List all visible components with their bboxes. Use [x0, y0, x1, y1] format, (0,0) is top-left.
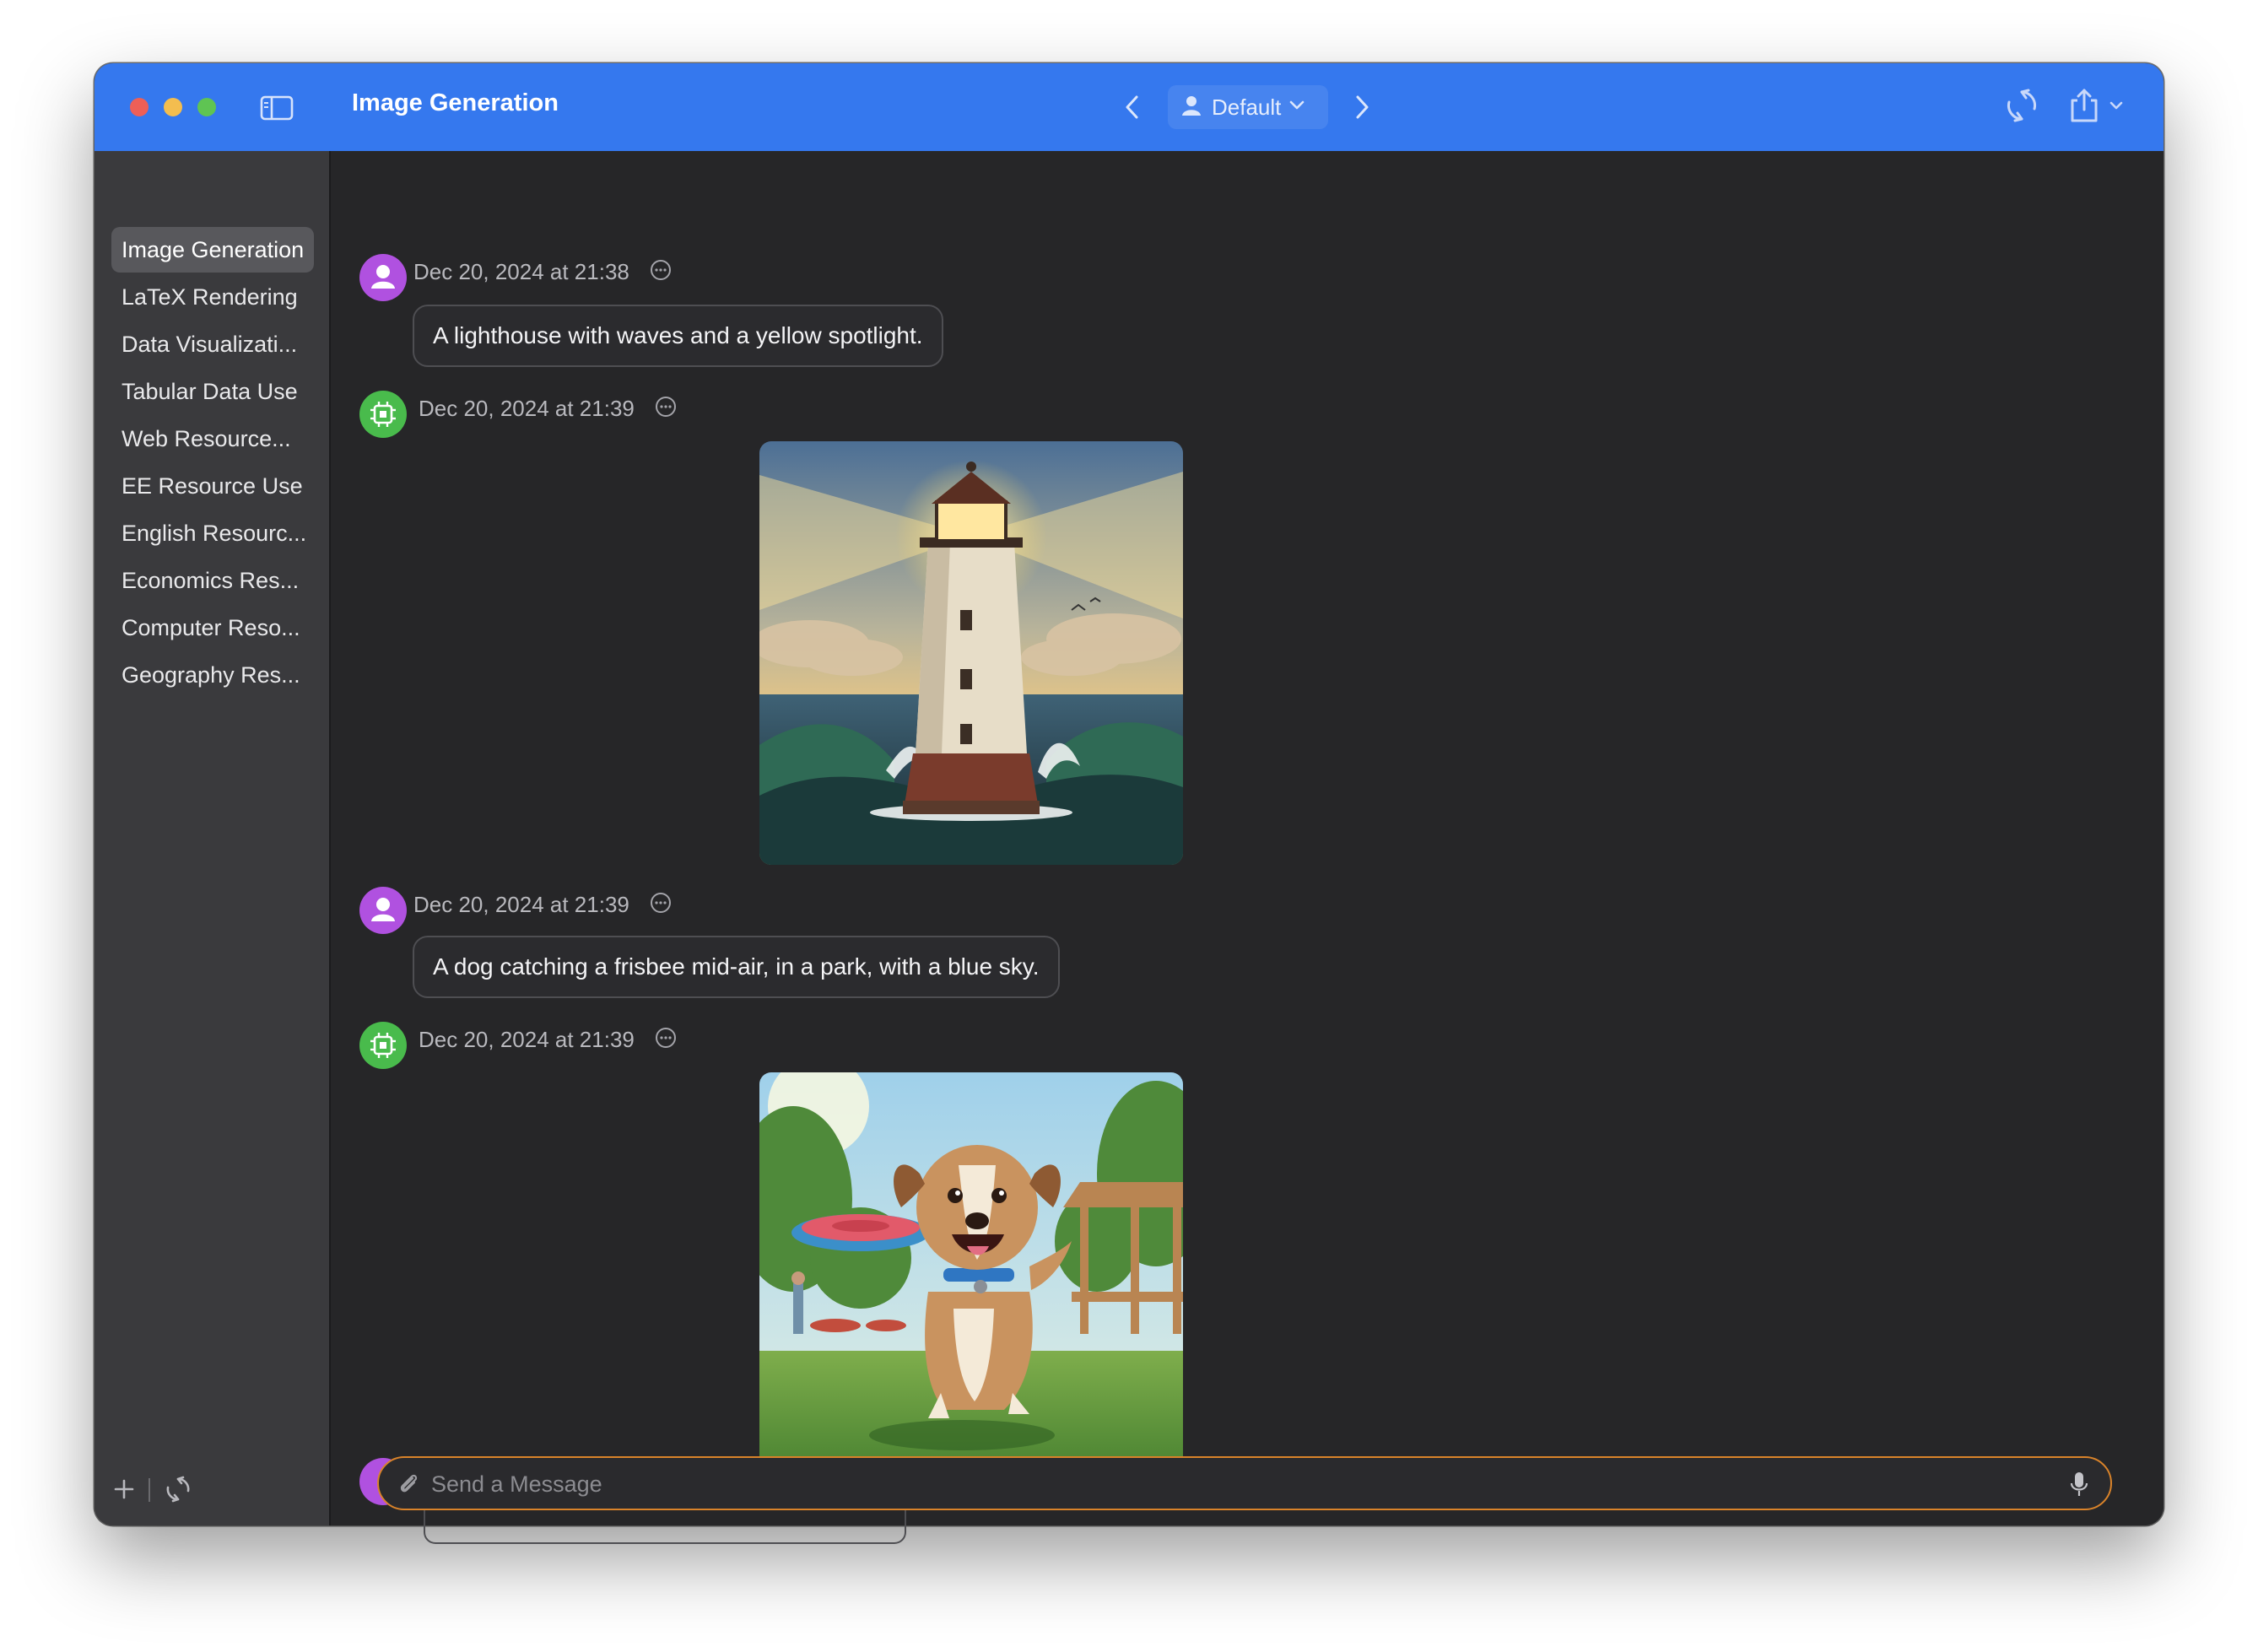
sidebar-item-geography-resource[interactable]: Geography Res... — [111, 652, 314, 698]
close-window-button[interactable] — [130, 98, 149, 116]
assistant-avatar-icon — [359, 391, 407, 438]
assistant-avatar-icon — [359, 1022, 407, 1069]
message-timestamp: Dec 20, 2024 at 21:38 — [413, 259, 629, 284]
sidebar-item-economics-resource[interactable]: Economics Res... — [111, 558, 314, 603]
message-meta: Dec 20, 2024 at 21:39 — [419, 1027, 677, 1053]
more-icon[interactable] — [655, 1027, 677, 1053]
user-message-bubble: A lighthouse with waves and a yellow spo… — [413, 305, 943, 367]
chevron-down-icon — [1289, 100, 1305, 115]
message-timestamp: Dec 20, 2024 at 21:39 — [419, 1027, 635, 1052]
sidebar-footer — [95, 1466, 329, 1525]
more-icon[interactable] — [655, 396, 677, 422]
message-meta: Dec 20, 2024 at 21:39 — [413, 892, 672, 918]
message-meta: Dec 20, 2024 at 21:39 — [419, 396, 677, 422]
share-icon[interactable] — [2069, 87, 2133, 124]
chevron-left-icon[interactable] — [1122, 94, 1143, 121]
profile-name: Default — [1212, 94, 1282, 120]
microphone-icon[interactable] — [2066, 1470, 2092, 1498]
title-bar: Image Generation Default — [95, 63, 2163, 151]
plus-icon[interactable] — [111, 1477, 137, 1502]
sidebar-item-ee-resource-use[interactable]: EE Resource Use — [111, 463, 314, 509]
lighthouse-image[interactable] — [759, 441, 1183, 865]
sidebar-item-data-visualization[interactable]: Data Visualizati... — [111, 321, 314, 367]
sidebar-item-latex-rendering[interactable]: LaTeX Rendering — [111, 274, 314, 320]
more-icon[interactable] — [650, 259, 672, 285]
zoom-window-button[interactable] — [197, 98, 216, 116]
app-window: Image Generation Default Image Generatio… — [95, 63, 2163, 1525]
chat-area[interactable]: Dec 20, 2024 at 21:38 A lighthouse with … — [332, 151, 2163, 1525]
message-input[interactable] — [429, 1465, 2036, 1504]
user-message-bubble: A dog catching a frisbee mid-air, in a p… — [413, 936, 1060, 998]
sidebar-toggle-icon[interactable] — [260, 95, 294, 121]
partial-message-bubble — [424, 1509, 906, 1544]
dog-frisbee-image[interactable] — [759, 1072, 1183, 1496]
chevron-right-icon[interactable] — [1352, 94, 1372, 121]
user-avatar-icon — [359, 887, 407, 934]
profile-selector[interactable]: Default — [1168, 85, 1328, 129]
sidebar-item-image-generation[interactable]: Image Generation — [111, 227, 314, 273]
paperclip-icon[interactable] — [396, 1471, 421, 1497]
window-title: Image Generation — [352, 89, 559, 116]
minimize-window-button[interactable] — [164, 98, 182, 116]
sidebar-item-web-resource[interactable]: Web Resource... — [111, 416, 314, 462]
person-icon — [1180, 94, 1203, 121]
sidebar-item-computer-resource[interactable]: Computer Reso... — [111, 605, 314, 651]
sidebar-item-english-resource[interactable]: English Resourc... — [111, 510, 314, 556]
message-meta: Dec 20, 2024 at 21:38 — [413, 259, 672, 285]
sidebar-item-tabular-data-use[interactable]: Tabular Data Use — [111, 369, 314, 414]
message-timestamp: Dec 20, 2024 at 21:39 — [413, 892, 629, 917]
more-icon[interactable] — [650, 892, 672, 918]
user-avatar-icon — [359, 254, 407, 301]
conversation-sidebar: Image Generation LaTeX Rendering Data Vi… — [95, 151, 331, 1525]
sync-icon[interactable] — [164, 1475, 192, 1504]
message-timestamp: Dec 20, 2024 at 21:39 — [419, 396, 635, 421]
footer-divider — [149, 1478, 150, 1502]
message-composer[interactable] — [377, 1456, 2112, 1510]
refresh-icon[interactable] — [2003, 87, 2040, 124]
